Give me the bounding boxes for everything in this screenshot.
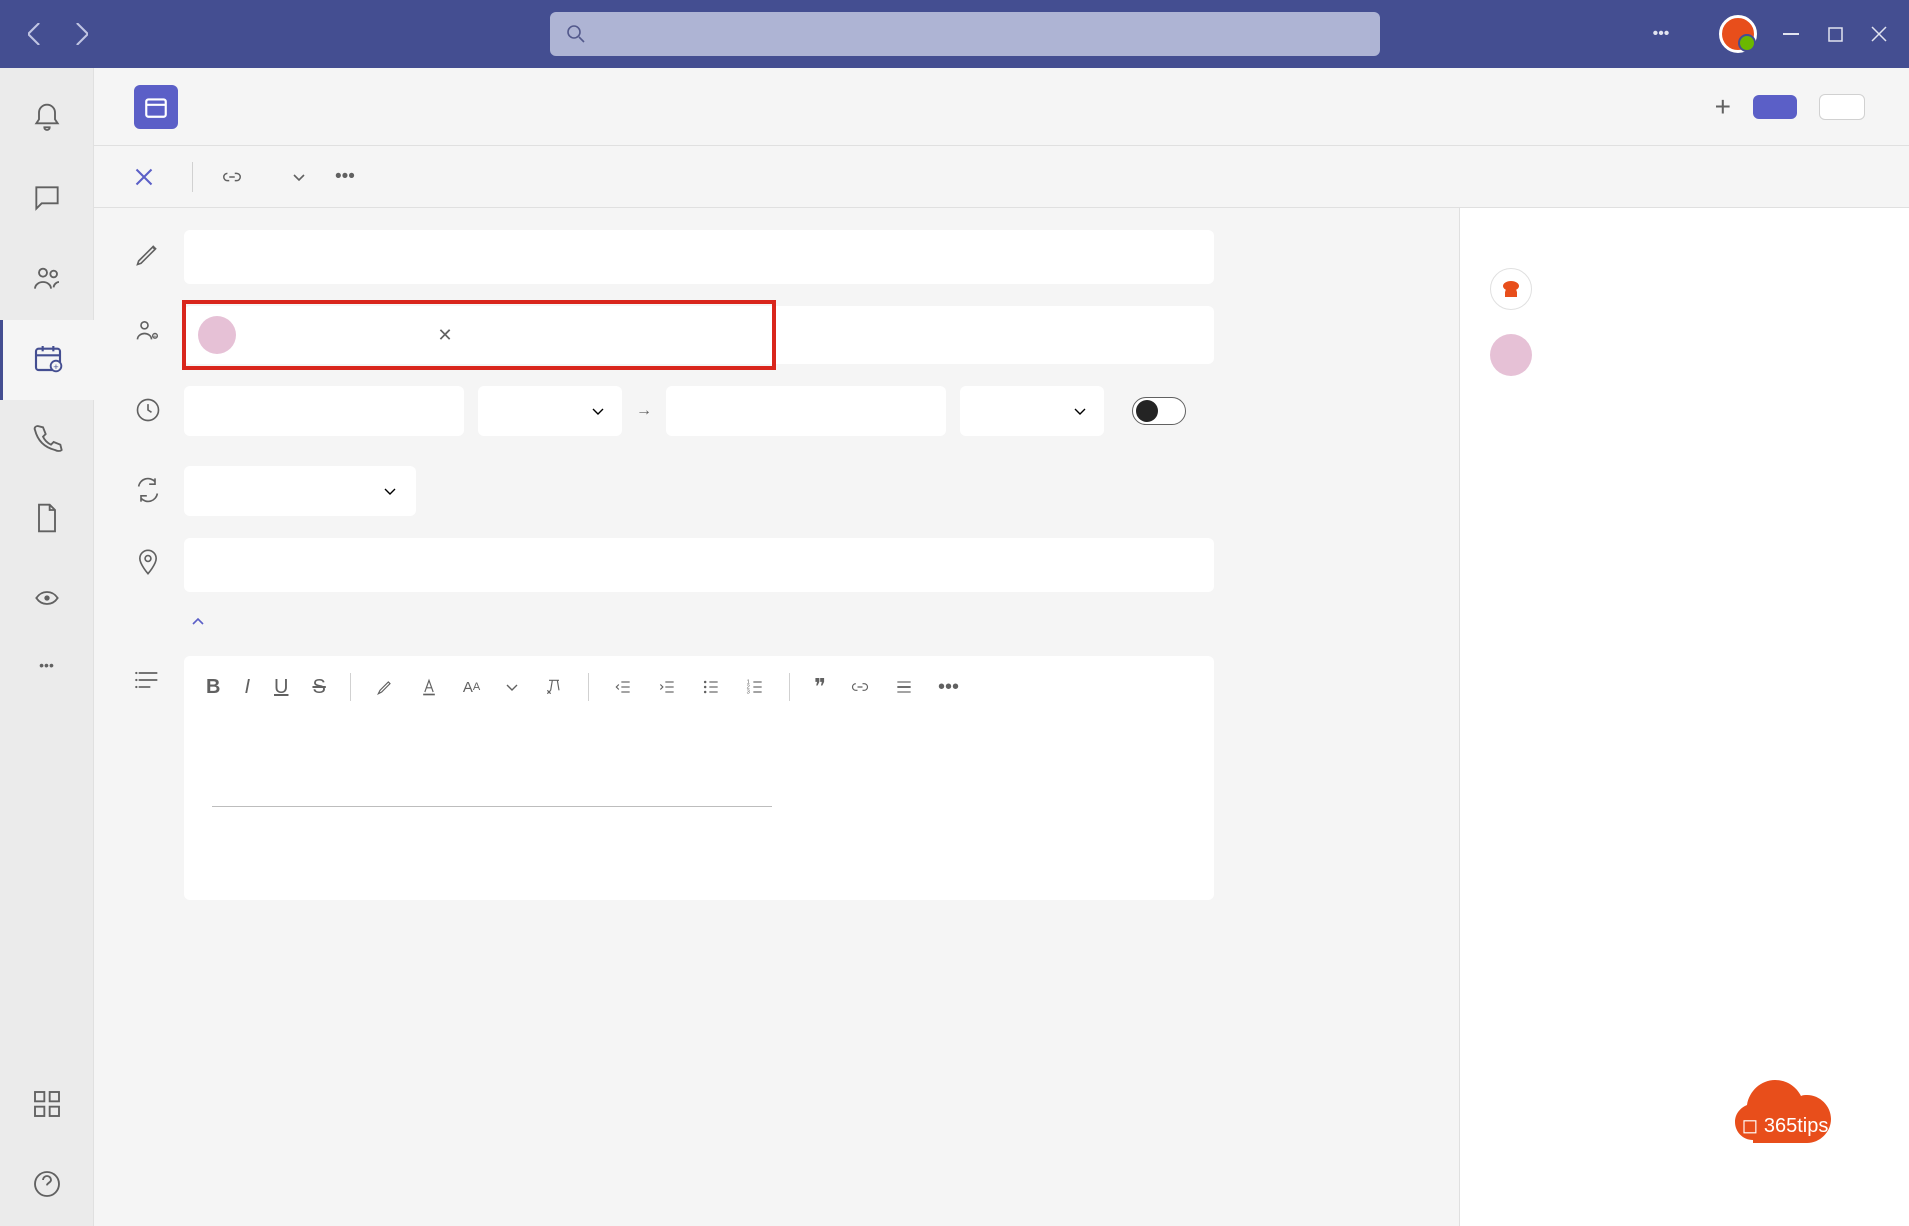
copy-link-button[interactable]	[221, 166, 253, 188]
rich-text-editor[interactable]: B I U S AA 123	[184, 656, 1214, 900]
rail-more[interactable]: •••	[0, 640, 94, 690]
svg-text:+: +	[153, 334, 157, 340]
search-icon	[566, 24, 586, 44]
main-area: + ••• +	[94, 68, 1909, 1226]
italic-button[interactable]: I	[244, 676, 250, 699]
rail-calls[interactable]	[0, 400, 94, 480]
watermark-logo: ◻ 365tips	[1723, 1070, 1863, 1166]
bold-button[interactable]: B	[206, 676, 220, 699]
number-list-button[interactable]: 123	[745, 677, 765, 697]
tracking-attendee-avatar	[1490, 334, 1532, 376]
svg-text:◻ 365tips: ◻ 365tips	[1742, 1115, 1829, 1137]
category-dropdown[interactable]	[281, 169, 307, 185]
meeting-header: +	[94, 68, 1909, 146]
tracking-attendee[interactable]	[1490, 322, 1879, 388]
close-icon	[134, 167, 154, 187]
editor-content[interactable]	[184, 718, 1214, 900]
all-day-toggle[interactable]	[1132, 397, 1186, 425]
minimize-button[interactable]	[1781, 24, 1801, 44]
location-input[interactable]	[184, 538, 1214, 592]
repeat-dropdown[interactable]	[184, 466, 416, 516]
chevron-up-icon	[190, 614, 206, 630]
people-icon: +	[134, 316, 162, 344]
pencil-icon	[134, 240, 162, 268]
outdent-button[interactable]	[613, 677, 633, 697]
rail-viva[interactable]	[0, 560, 94, 640]
indent-button[interactable]	[657, 677, 677, 697]
start-date-input[interactable]	[184, 386, 464, 436]
strike-button[interactable]: S	[312, 676, 325, 699]
close-button[interactable]	[1819, 94, 1865, 120]
clear-format-button[interactable]	[544, 677, 564, 697]
titlebar: •••	[0, 0, 1909, 68]
forward-button[interactable]	[72, 25, 90, 43]
user-avatar[interactable]	[1719, 15, 1757, 53]
link-button[interactable]	[850, 677, 870, 697]
attendee-avatar	[198, 316, 236, 354]
chevron-down-icon	[1072, 403, 1088, 419]
attendees-input[interactable]: ✕	[184, 306, 1214, 364]
tabs	[220, 81, 416, 133]
hide-meeting-info-button[interactable]	[182, 614, 206, 630]
underline-button[interactable]: U	[274, 676, 288, 699]
meeting-toolbar: •••	[94, 146, 1909, 208]
maximize-button[interactable]	[1825, 24, 1845, 44]
link-icon	[221, 166, 243, 188]
hr-button[interactable]	[894, 677, 914, 697]
tracking-organizer[interactable]	[1490, 256, 1879, 322]
remove-attendee-button[interactable]: ✕	[437, 325, 452, 346]
font-color-button[interactable]	[419, 677, 439, 697]
font-size-button[interactable]: AA	[463, 679, 480, 696]
more-button[interactable]: •••	[1651, 24, 1671, 44]
close-window-button[interactable]	[1869, 24, 1889, 44]
chevron-down-icon	[590, 403, 606, 419]
rail-help[interactable]	[0, 1146, 94, 1226]
editor-more-button[interactable]: •••	[938, 676, 959, 699]
rail-apps[interactable]	[0, 1066, 94, 1146]
more-options-button[interactable]: •••	[335, 166, 355, 188]
calendar-badge-icon	[134, 85, 178, 129]
rail-chat[interactable]	[0, 160, 94, 240]
arrow-icon: →	[636, 402, 652, 420]
search-input[interactable]	[550, 12, 1380, 56]
bullet-list-button[interactable]	[701, 677, 721, 697]
clock-icon	[134, 396, 162, 424]
rail-activity[interactable]	[0, 80, 94, 160]
meeting-title-input[interactable]	[184, 230, 1214, 284]
start-time-input[interactable]	[478, 386, 622, 436]
svg-text:+: +	[53, 362, 58, 372]
svg-text:3: 3	[747, 690, 750, 696]
rail-calendar[interactable]: +	[0, 320, 94, 400]
rail-files[interactable]	[0, 480, 94, 560]
end-date-input[interactable]	[666, 386, 946, 436]
back-button[interactable]	[26, 25, 44, 43]
rail-teams[interactable]	[0, 240, 94, 320]
location-icon	[134, 548, 162, 576]
cancel-meeting-button[interactable]	[134, 167, 164, 187]
paragraph-dropdown[interactable]	[504, 679, 520, 695]
repeat-icon	[134, 476, 162, 504]
form-area: + ✕ →	[94, 208, 1459, 1226]
app-rail: + •••	[0, 68, 94, 1226]
add-tab-button[interactable]: +	[1715, 91, 1731, 123]
highlight-button[interactable]	[375, 677, 395, 697]
editor-toolbar: B I U S AA 123	[184, 656, 1214, 718]
quote-button[interactable]: ❞	[814, 674, 826, 700]
end-time-input[interactable]	[960, 386, 1104, 436]
organizer-avatar	[1490, 268, 1532, 310]
chevron-down-icon	[291, 169, 307, 185]
chevron-down-icon	[382, 483, 398, 499]
send-update-button[interactable]	[1753, 95, 1797, 119]
highlight-box	[182, 300, 776, 370]
description-icon	[134, 666, 162, 694]
